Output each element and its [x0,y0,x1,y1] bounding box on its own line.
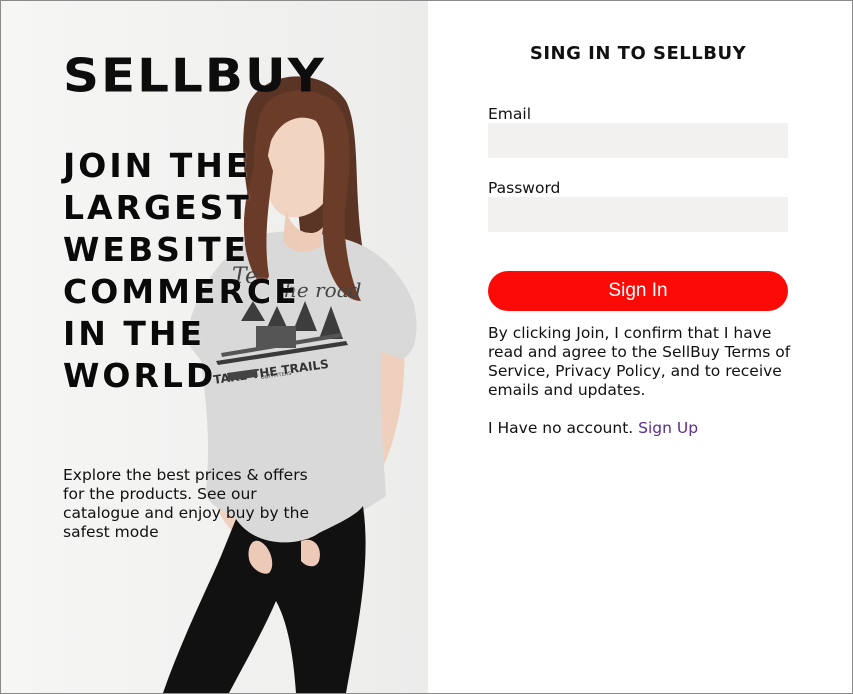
password-label: Password [488,179,561,197]
hero-headline: JOIN THE LARGEST WEBSITE COMMERCE IN THE… [63,145,423,397]
email-label: Email [488,105,532,123]
sign-in-button[interactable]: Sign In [488,271,788,311]
headline-line: LARGEST [63,188,252,227]
password-input[interactable] [488,197,788,232]
headline-line: WEBSITE [63,230,250,269]
signin-panel: SING IN TO SELLBUY Email Password Sign I… [428,1,852,693]
page-frame: Te the road TAKE THE TRAILS OUTFITTERS S… [0,0,853,694]
headline-line: WORLD [63,356,217,395]
no-account-text: I Have no account. [488,419,634,437]
signin-title: SING IN TO SELLBUY [529,43,747,64]
sellbuy-logo: SELLBUY [63,49,326,103]
hero-panel: Te the road TAKE THE TRAILS OUTFITTERS S… [1,1,428,693]
headline-line: IN THE [63,314,206,353]
terms-text: By clicking Join, I confirm that I have … [488,324,791,399]
email-input[interactable] [488,123,788,158]
hero-description: Explore the best prices & offers for the… [63,466,309,541]
no-account-line: I Have no account. Sign Up [488,419,698,437]
headline-line: JOIN THE [63,146,252,185]
sign-up-link[interactable]: Sign Up [638,419,698,437]
headline-line: COMMERCE [63,272,300,311]
